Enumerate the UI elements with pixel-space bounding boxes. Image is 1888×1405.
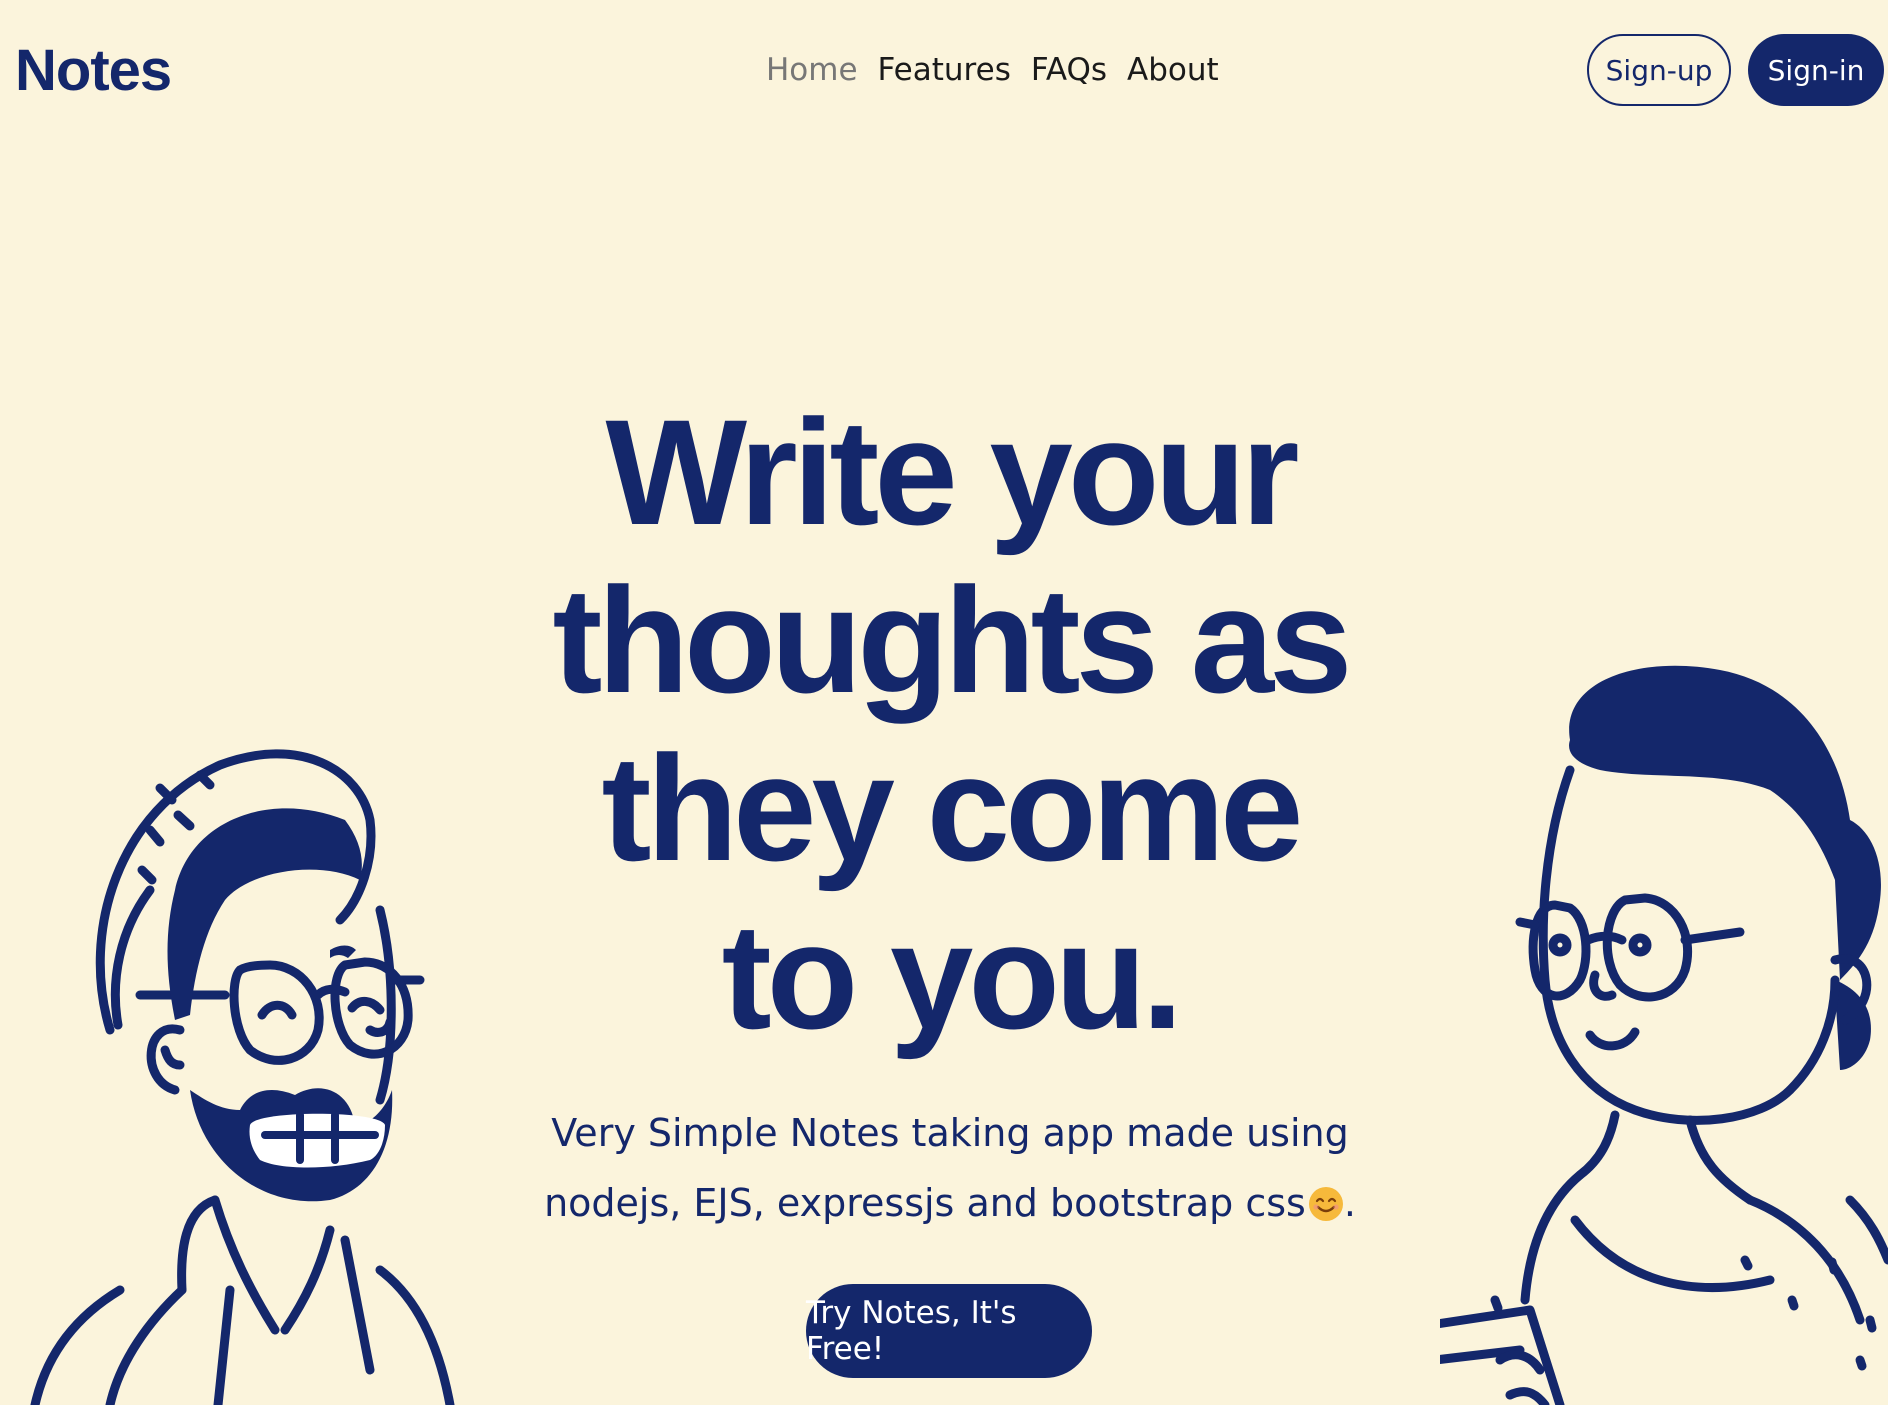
- brand-logo[interactable]: Notes: [15, 36, 172, 106]
- nav-links: Home Features FAQs About: [766, 48, 1219, 92]
- smiling-face-icon: [1308, 1187, 1343, 1221]
- hero-subtitle: Very Simple Notes taking app made using …: [530, 1098, 1370, 1238]
- nav-link-features[interactable]: Features: [878, 48, 1011, 92]
- woman-illustration: [1440, 665, 1888, 1405]
- nav-link-faqs[interactable]: FAQs: [1031, 48, 1107, 92]
- try-notes-button[interactable]: Try Notes, It's Free!: [806, 1284, 1092, 1378]
- hero-subtitle-suffix: .: [1343, 1181, 1356, 1225]
- nav-link-about[interactable]: About: [1127, 48, 1219, 92]
- hero-title: Write your thoughts as they come to you.: [552, 388, 1353, 1060]
- bearded-man-illustration: [30, 749, 455, 1405]
- signup-button[interactable]: Sign-up: [1587, 34, 1731, 106]
- navbar: Notes Home Features FAQs About Sign-up S…: [0, 0, 1888, 140]
- nav-link-home[interactable]: Home: [766, 48, 858, 92]
- hero-subtitle-text: Very Simple Notes taking app made using …: [544, 1111, 1349, 1225]
- signin-button[interactable]: Sign-in: [1748, 34, 1884, 106]
